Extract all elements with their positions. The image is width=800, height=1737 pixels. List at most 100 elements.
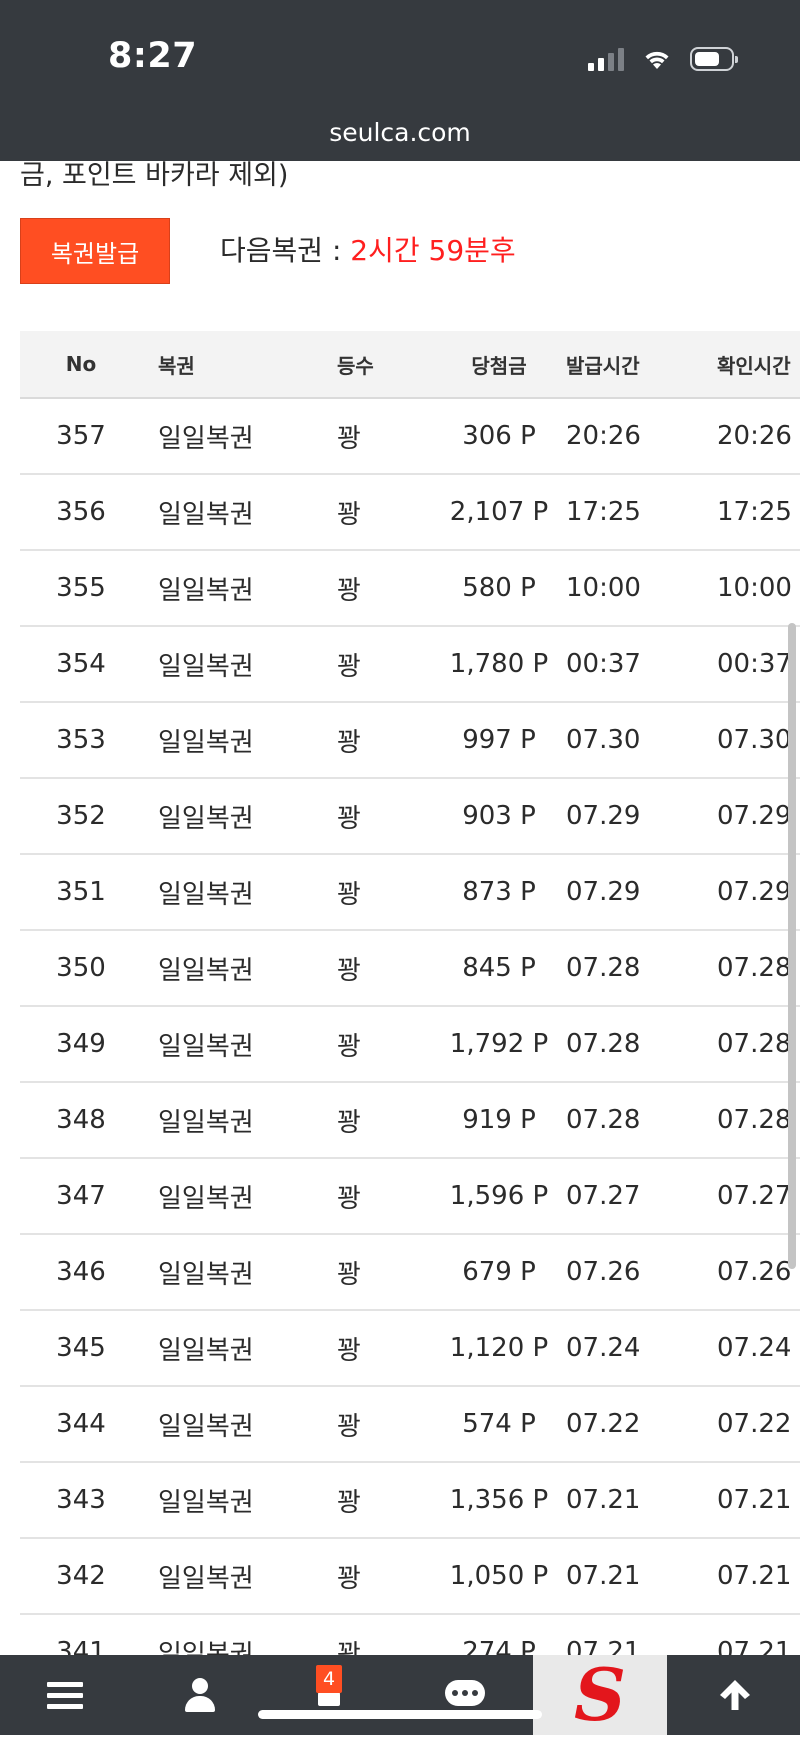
cell-prize: 679 P <box>438 1234 560 1311</box>
cell-issued-time: 07.29 <box>560 854 697 931</box>
cell-issued-time: 07.22 <box>560 1386 697 1463</box>
cell-no: 354 <box>20 626 142 703</box>
cell-lottery: 일일복권 <box>142 702 309 779</box>
cell-issued-time: 07.28 <box>560 1006 697 1083</box>
cellular-signal-icon <box>588 47 624 71</box>
cell-prize: 2,107 P <box>438 474 560 551</box>
cell-checked-time: 07.21 <box>697 1538 800 1615</box>
cell-rank: 꽝 <box>309 702 438 779</box>
cell-checked-time: 07.27 <box>697 1158 800 1235</box>
cell-rank: 꽝 <box>309 398 438 475</box>
cell-no: 349 <box>20 1006 142 1083</box>
cell-rank: 꽝 <box>309 1538 438 1615</box>
table-row: 357 일일복권 꽝 306 P 20:26 20:26 <box>20 398 800 475</box>
cell-checked-time: 07.29 <box>697 854 800 931</box>
table-row: 341 일일복권 꽝 274 P 07.21 07.21 <box>20 1614 800 1655</box>
chat-button[interactable] <box>430 1655 500 1735</box>
col-rank: 등수 <box>309 331 438 399</box>
cell-prize: 306 P <box>438 398 560 475</box>
scroll-top-button[interactable] <box>700 1655 770 1735</box>
table-row: 350 일일복권 꽝 845 P 07.28 07.28 <box>20 930 800 1007</box>
cell-prize: 919 P <box>438 1082 560 1159</box>
cell-prize: 274 P <box>438 1614 560 1655</box>
cell-lottery: 일일복권 <box>142 474 309 551</box>
site-logo[interactable]: S <box>533 1655 667 1735</box>
cell-lottery: 일일복권 <box>142 1006 309 1083</box>
cell-no: 350 <box>20 930 142 1007</box>
cell-checked-time: 07.21 <box>697 1614 800 1655</box>
cell-prize: 1,596 P <box>438 1158 560 1235</box>
cell-prize: 1,120 P <box>438 1310 560 1387</box>
cell-prize: 845 P <box>438 930 560 1007</box>
scrollbar[interactable] <box>788 623 796 1269</box>
table-row: 352 일일복권 꽝 903 P 07.29 07.29 <box>20 778 800 855</box>
table-row: 346 일일복권 꽝 679 P 07.26 07.26 <box>20 1234 800 1311</box>
cell-rank: 꽝 <box>309 474 438 551</box>
cell-rank: 꽝 <box>309 1082 438 1159</box>
cell-no: 342 <box>20 1538 142 1615</box>
cell-lottery: 일일복권 <box>142 930 309 1007</box>
cell-issued-time: 20:26 <box>560 398 697 475</box>
cell-lottery: 일일복권 <box>142 854 309 931</box>
home-indicator <box>258 1710 542 1719</box>
cell-rank: 꽝 <box>309 1386 438 1463</box>
cell-lottery: 일일복권 <box>142 1462 309 1539</box>
cell-checked-time: 17:25 <box>697 474 800 551</box>
cell-rank: 꽝 <box>309 1462 438 1539</box>
cell-prize: 1,780 P <box>438 626 560 703</box>
cell-checked-time: 07.28 <box>697 1082 800 1159</box>
col-no: No <box>20 331 142 399</box>
cell-rank: 꽝 <box>309 854 438 931</box>
menu-icon <box>47 1676 83 1715</box>
cell-no: 356 <box>20 474 142 551</box>
address-bar-url[interactable]: seulca.com <box>0 118 800 147</box>
col-prize: 당첨금 <box>438 331 560 399</box>
cell-no: 351 <box>20 854 142 931</box>
cell-rank: 꽝 <box>309 626 438 703</box>
table-row: 354 일일복권 꽝 1,780 P 00:37 00:37 <box>20 626 800 703</box>
cell-issued-time: 07.29 <box>560 778 697 855</box>
cell-prize: 574 P <box>438 1386 560 1463</box>
cell-rank: 꽝 <box>309 1614 438 1655</box>
cell-no: 344 <box>20 1386 142 1463</box>
next-ticket-label: 다음복권 : <box>220 234 351 267</box>
cell-rank: 꽝 <box>309 1234 438 1311</box>
menu-button[interactable] <box>30 1655 100 1735</box>
cell-checked-time: 07.24 <box>697 1310 800 1387</box>
table-row: 349 일일복권 꽝 1,792 P 07.28 07.28 <box>20 1006 800 1083</box>
col-checked-time: 확인시간 <box>697 331 800 399</box>
cell-prize: 580 P <box>438 550 560 627</box>
cell-no: 345 <box>20 1310 142 1387</box>
cell-checked-time: 07.29 <box>697 778 800 855</box>
cell-checked-time: 20:26 <box>697 398 800 475</box>
user-icon <box>185 1678 215 1712</box>
issue-ticket-button[interactable]: 복권발급 <box>20 218 170 284</box>
cell-issued-time: 07.21 <box>560 1538 697 1615</box>
table-row: 356 일일복권 꽝 2,107 P 17:25 17:25 <box>20 474 800 551</box>
col-lottery: 복권 <box>142 331 309 399</box>
cell-prize: 1,356 P <box>438 1462 560 1539</box>
table-row: 348 일일복권 꽝 919 P 07.28 07.28 <box>20 1082 800 1159</box>
cell-issued-time: 07.28 <box>560 930 697 1007</box>
bottom-navigation: 4 S <box>0 1655 800 1735</box>
cell-lottery: 일일복권 <box>142 1234 309 1311</box>
cell-rank: 꽝 <box>309 1158 438 1235</box>
profile-button[interactable] <box>165 1655 235 1735</box>
table-header-row: No 복권 등수 당첨금 발급시간 확인시간 <box>20 331 800 399</box>
cell-lottery: 일일복권 <box>142 1614 309 1655</box>
cell-lottery: 일일복권 <box>142 1310 309 1387</box>
next-ticket-remaining: 2시간 59분후 <box>350 234 516 267</box>
cell-prize: 997 P <box>438 702 560 779</box>
cell-lottery: 일일복권 <box>142 626 309 703</box>
status-bar: 8:27 seulca.com <box>0 0 800 161</box>
table-row: 351 일일복권 꽝 873 P 07.29 07.29 <box>20 854 800 931</box>
cell-issued-time: 07.21 <box>560 1462 697 1539</box>
cell-checked-time: 07.21 <box>697 1462 800 1539</box>
cell-checked-time: 07.22 <box>697 1386 800 1463</box>
table-row: 343 일일복권 꽝 1,356 P 07.21 07.21 <box>20 1462 800 1539</box>
page-content: 금, 포인트 바카라 제외) 복권발급 다음복권 : 2시간 59분후 No 복… <box>0 161 800 1655</box>
cell-rank: 꽝 <box>309 550 438 627</box>
cell-rank: 꽝 <box>309 778 438 855</box>
cell-lottery: 일일복권 <box>142 1158 309 1235</box>
cell-no: 355 <box>20 550 142 627</box>
